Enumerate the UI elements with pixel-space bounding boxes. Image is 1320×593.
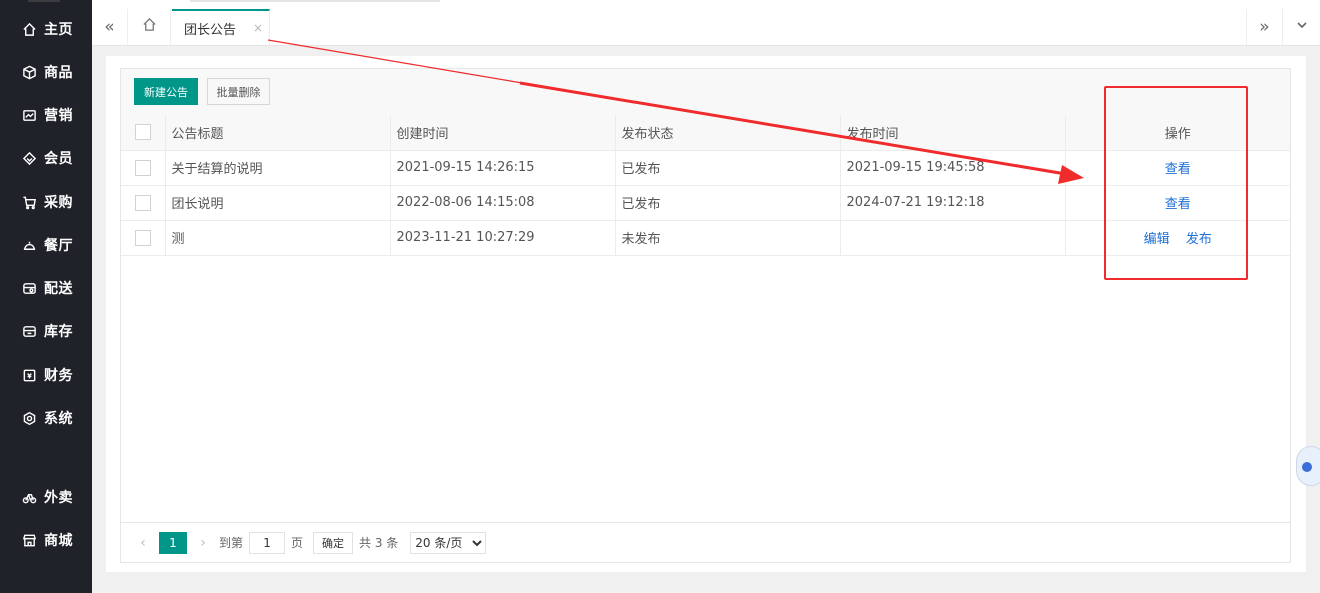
sidebar: 主页 商品 营销 会员 采购 餐厅 配送 库存 财务 系统 外卖 商城 [0,0,92,593]
finance-icon [22,368,37,383]
sidebar-item-label: 商城 [44,533,73,549]
pagination: ‹ 1 › 到第 页 确定 共 3 条 20 条/页 [121,522,1290,562]
tab-label: 团长公告 [184,22,237,38]
sidebar-item-label: 采购 [44,195,73,211]
top-divider [190,0,440,2]
tab-menu-button[interactable] [1282,9,1320,45]
column-header-created: 创建时间 [390,115,616,151]
sidebar-item-restaurant[interactable]: 餐厅 [0,227,92,263]
sidebar-item-label: 外卖 [44,490,73,506]
cell-created: 2022-08-06 14:15:08 [390,185,616,221]
select-all-cell [121,115,166,151]
sidebar-item-member[interactable]: 会员 [0,140,92,176]
delivery-icon [22,281,37,296]
sidebar-item-label: 财务 [44,368,73,384]
chevron-down-icon [1296,19,1308,35]
double-chevron-left-icon: « [104,17,115,37]
sidebar-item-delivery[interactable]: 配送 [0,270,92,306]
sidebar-item-home[interactable]: 主页 [0,11,92,47]
collapse-left-button[interactable]: « [92,9,128,45]
sidebar-item-label: 营销 [44,108,73,124]
store-icon [22,533,37,548]
dish-icon [22,238,37,253]
floating-assistant-icon[interactable] [1296,446,1320,486]
sidebar-item-label: 配送 [44,281,73,297]
double-chevron-right-icon: » [1259,17,1270,37]
total-count: 共 3 条 [359,536,399,550]
sidebar-item-marketing[interactable]: 营销 [0,97,92,133]
prev-page-icon[interactable]: ‹ [133,535,153,551]
bike-icon [22,490,37,505]
box-icon [22,65,37,80]
sidebar-item-goods[interactable]: 商品 [0,54,92,90]
sidebar-item-mall[interactable]: 商城 [0,522,92,558]
sidebar-item-system[interactable]: 系统 [0,400,92,436]
sidebar-item-label: 系统 [44,411,73,427]
cell-published [840,220,1066,256]
sidebar-item-label: 会员 [44,151,73,167]
cell-status: 已发布 [615,150,841,186]
chart-icon [22,108,37,123]
tab-bar: « 团长公告 × » [92,0,1320,46]
sidebar-item-label: 主页 [44,22,73,38]
goto-confirm-button[interactable]: 确定 [313,531,354,554]
close-icon[interactable]: × [253,21,263,35]
batch-delete-button[interactable]: 批量删除 [207,78,270,105]
cell-status: 已发布 [615,185,841,221]
inventory-icon [22,324,37,339]
expand-right-button[interactable]: » [1246,9,1282,45]
goto-prefix-label: 到第 [219,536,244,550]
column-header-title: 公告标题 [165,115,391,151]
cell-title: 关于结算的说明 [165,150,391,186]
row-select-cell [121,150,166,186]
row-select-cell [121,185,166,221]
sidebar-item-label: 库存 [44,324,73,340]
tab-team-leader-notice[interactable]: 团长公告 × [172,9,270,45]
settings-icon [22,411,37,426]
goto-suffix-label: 页 [291,536,304,550]
page-size-select[interactable]: 20 条/页 [410,531,487,554]
current-page[interactable]: 1 [159,531,187,554]
row-select-cell [121,220,166,256]
home-icon [22,22,37,37]
cart-icon [22,195,37,210]
cell-published: 2024-07-21 19:12:18 [840,185,1066,221]
home-icon [142,17,157,37]
cell-status: 未发布 [615,220,841,256]
row-checkbox[interactable] [135,229,151,246]
row-checkbox[interactable] [135,194,151,211]
diamond-icon [22,151,37,166]
cell-created: 2021-09-15 14:26:15 [390,150,616,186]
logo-remnant [28,0,60,2]
row-checkbox[interactable] [135,159,151,176]
cell-created: 2023-11-21 10:27:29 [390,220,616,256]
cell-published: 2021-09-15 19:45:58 [840,150,1066,186]
sidebar-item-label: 商品 [44,65,73,81]
cell-title: 团长说明 [165,185,391,221]
sidebar-item-finance[interactable]: 财务 [0,357,92,393]
column-header-status: 发布状态 [615,115,841,151]
next-page-icon[interactable]: › [193,535,213,551]
goto-page-input[interactable] [249,531,286,554]
home-tab-button[interactable] [129,9,171,45]
sidebar-item-takeout[interactable]: 外卖 [0,479,92,515]
sidebar-item-label: 餐厅 [44,238,73,254]
cell-title: 测 [165,220,391,256]
highlight-box [1104,86,1248,280]
column-header-published: 发布时间 [840,115,1066,151]
sidebar-item-purchase[interactable]: 采购 [0,184,92,220]
select-all-checkbox[interactable] [135,124,151,141]
sidebar-item-inventory[interactable]: 库存 [0,313,92,349]
new-notice-button[interactable]: 新建公告 [134,78,198,105]
